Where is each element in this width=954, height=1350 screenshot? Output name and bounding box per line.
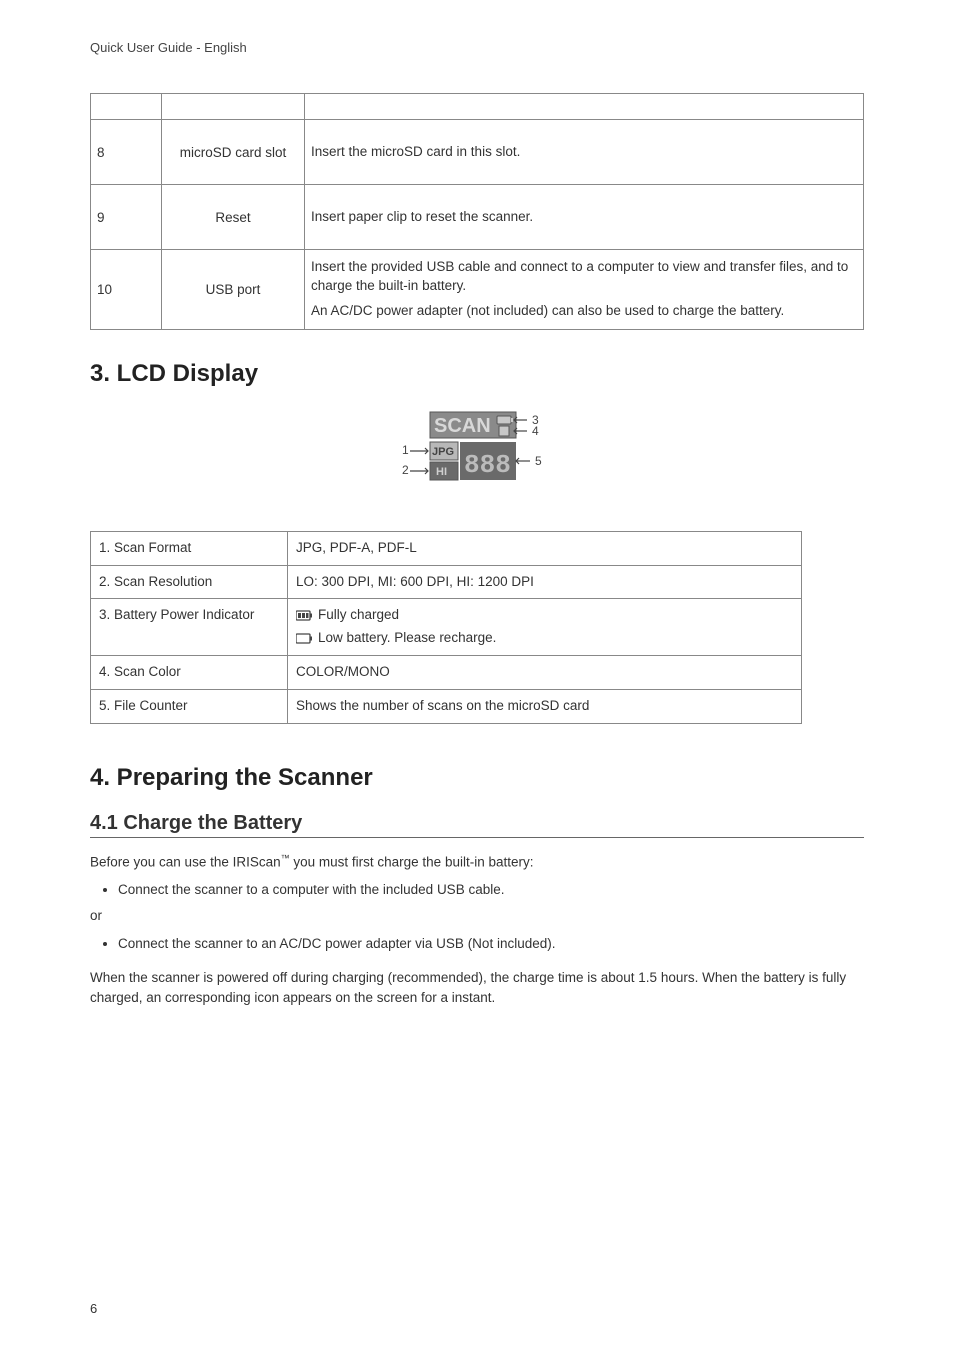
list-item: Connect the scanner to an AC/DC power ad… bbox=[118, 933, 864, 955]
table-row-desc: Insert the provided USB cable and connec… bbox=[305, 250, 864, 330]
battery-full-icon bbox=[296, 610, 314, 622]
table-row-label: 4. Scan Color bbox=[91, 656, 288, 690]
svg-text:JPG: JPG bbox=[432, 446, 454, 458]
svg-text:4: 4 bbox=[532, 424, 539, 438]
page-header: Quick User Guide - English bbox=[90, 40, 864, 55]
table-row-value: COLOR/MONO bbox=[288, 656, 802, 690]
or-text: or bbox=[90, 906, 864, 926]
section-lcd-title: 3. LCD Display bbox=[90, 360, 864, 388]
svg-text:2: 2 bbox=[402, 463, 409, 477]
table-row-num: 9 bbox=[91, 185, 162, 250]
table-row-label: 5. File Counter bbox=[91, 690, 288, 724]
list-item: Connect the scanner to a computer with t… bbox=[118, 879, 864, 901]
table-row-label: 2. Scan Resolution bbox=[91, 565, 288, 599]
charge-note: When the scanner is powered off during c… bbox=[90, 968, 864, 1009]
table-row-name: USB port bbox=[162, 250, 305, 330]
battery-empty-icon bbox=[296, 633, 314, 645]
svg-text:1: 1 bbox=[402, 443, 409, 457]
lcd-table: 1. Scan Format JPG, PDF-A, PDF-L 2. Scan… bbox=[90, 531, 802, 724]
table-row-num: 10 bbox=[91, 250, 162, 330]
charge-intro: Before you can use the IRIScan™ you must… bbox=[90, 852, 864, 873]
subsection-charge-title: 4.1 Charge the Battery bbox=[90, 812, 864, 838]
table-row-desc: Insert paper clip to reset the scanner. bbox=[305, 185, 864, 250]
table-row-value: Fully charged Low battery. Please rechar… bbox=[288, 599, 802, 656]
svg-text:888: 888 bbox=[464, 450, 511, 480]
table-row-label: 3. Battery Power Indicator bbox=[91, 599, 288, 656]
svg-text:SCAN: SCAN bbox=[434, 415, 491, 437]
table-row-num: 8 bbox=[91, 120, 162, 185]
table-row-name: microSD card slot bbox=[162, 120, 305, 185]
table-row-label: 1. Scan Format bbox=[91, 531, 288, 565]
table-row-value: JPG, PDF-A, PDF-L bbox=[288, 531, 802, 565]
table-row-value: Shows the number of scans on the microSD… bbox=[288, 690, 802, 724]
table-row-desc: Insert the microSD card in this slot. bbox=[305, 120, 864, 185]
hardware-table: 8 microSD card slot Insert the microSD c… bbox=[90, 93, 864, 330]
svg-text:5: 5 bbox=[535, 454, 542, 468]
table-row-name: Reset bbox=[162, 185, 305, 250]
lcd-diagram: SCAN 3 4 JPG HI 888 1 2 bbox=[90, 406, 864, 501]
section-prepare-title: 4. Preparing the Scanner bbox=[90, 764, 864, 792]
table-row-value: LO: 300 DPI, MI: 600 DPI, HI: 1200 DPI bbox=[288, 565, 802, 599]
svg-text:HI: HI bbox=[436, 466, 447, 478]
page-number: 6 bbox=[90, 1301, 97, 1316]
